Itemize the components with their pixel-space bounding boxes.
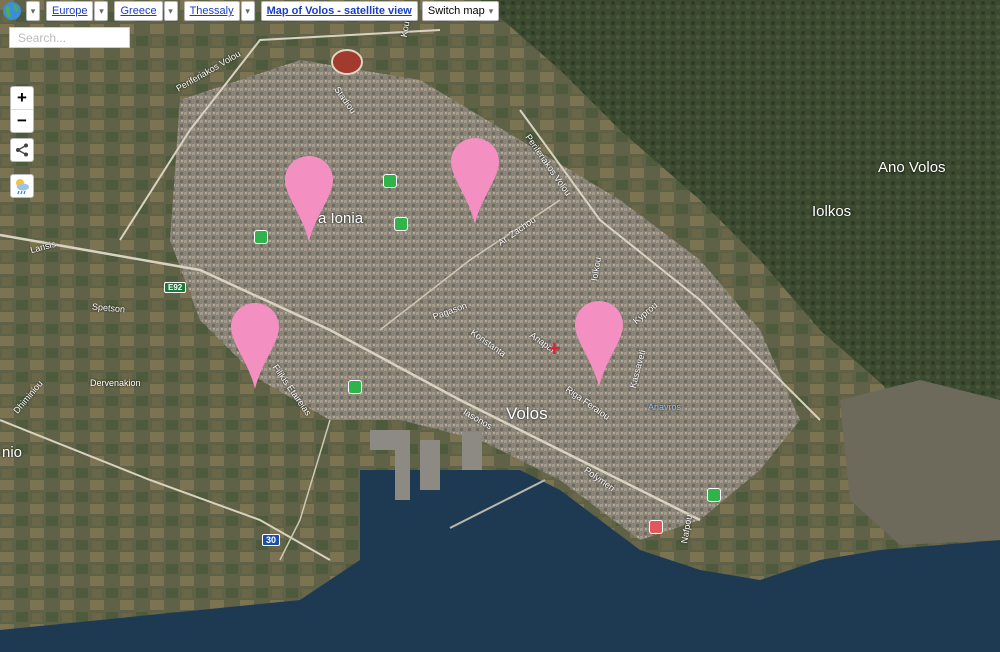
port-pier-2: [420, 440, 440, 490]
port-pier-3: [462, 432, 482, 470]
location-pin[interactable]: [231, 303, 279, 389]
crumb-europe-caret[interactable]: ▾: [94, 1, 109, 21]
crumb-thessaly-link[interactable]: Thessaly: [190, 5, 234, 17]
route-shield-30: 30: [262, 534, 281, 546]
street-anavros: Anavros: [648, 402, 682, 412]
stadium: [331, 49, 364, 75]
location-pin[interactable]: [575, 301, 623, 387]
crumb-europe-link[interactable]: Europe: [52, 5, 87, 17]
street-dervenakion: Dervenakion: [90, 378, 141, 388]
poi-marker[interactable]: [348, 380, 362, 394]
crumb-greece-caret[interactable]: ▾: [163, 1, 178, 21]
poi-marker[interactable]: [707, 488, 721, 502]
poi-marker[interactable]: [254, 230, 268, 244]
location-pin[interactable]: [451, 138, 499, 224]
map-title-link[interactable]: Map of Volos - satellite view: [267, 5, 412, 17]
search-input[interactable]: [9, 27, 130, 48]
weather-icon: [16, 179, 29, 195]
top-toolbar: ▾ Europe ▾ Greece ▾ Thessaly ▾ Map of Vo…: [0, 0, 503, 22]
hospital-icon[interactable]: [649, 520, 663, 534]
poi-marker[interactable]: [394, 217, 408, 231]
poi-marker[interactable]: [383, 174, 397, 188]
crumb-europe[interactable]: Europe: [46, 1, 94, 21]
location-pin[interactable]: [285, 156, 333, 242]
share-button[interactable]: [10, 138, 34, 162]
route-shield-e92: E92: [164, 282, 187, 293]
zoom-out-button[interactable]: −: [11, 109, 33, 132]
place-label-volos: Volos: [506, 404, 548, 423]
switch-map-label: Switch map: [427, 5, 485, 17]
crosshair-icon: +: [548, 336, 561, 361]
place-label-nio: nio: [2, 444, 23, 461]
place-label-ano-volos: Ano Volos: [878, 159, 946, 176]
crumb-greece-link[interactable]: Greece: [120, 5, 156, 17]
zoom-in-button[interactable]: +: [11, 87, 33, 109]
zoom-control: + −: [10, 86, 34, 133]
map-title[interactable]: Map of Volos - satellite view: [260, 1, 418, 21]
share-icon: [16, 143, 28, 157]
satellite-map[interactable]: [0, 0, 1000, 652]
switch-map-button[interactable]: Switch map ▾: [421, 1, 500, 21]
place-label-iolkos: Iolkos: [812, 203, 852, 220]
globe-button[interactable]: [0, 1, 24, 21]
globe-dropdown-caret[interactable]: ▾: [26, 1, 40, 21]
crumb-greece[interactable]: Greece: [114, 1, 163, 21]
crumb-thessaly[interactable]: Thessaly: [183, 1, 240, 21]
crumb-thessaly-caret[interactable]: ▾: [240, 1, 255, 21]
globe-icon: [3, 2, 21, 20]
chevron-down-icon: ▾: [488, 5, 494, 16]
weather-button[interactable]: [10, 174, 34, 198]
